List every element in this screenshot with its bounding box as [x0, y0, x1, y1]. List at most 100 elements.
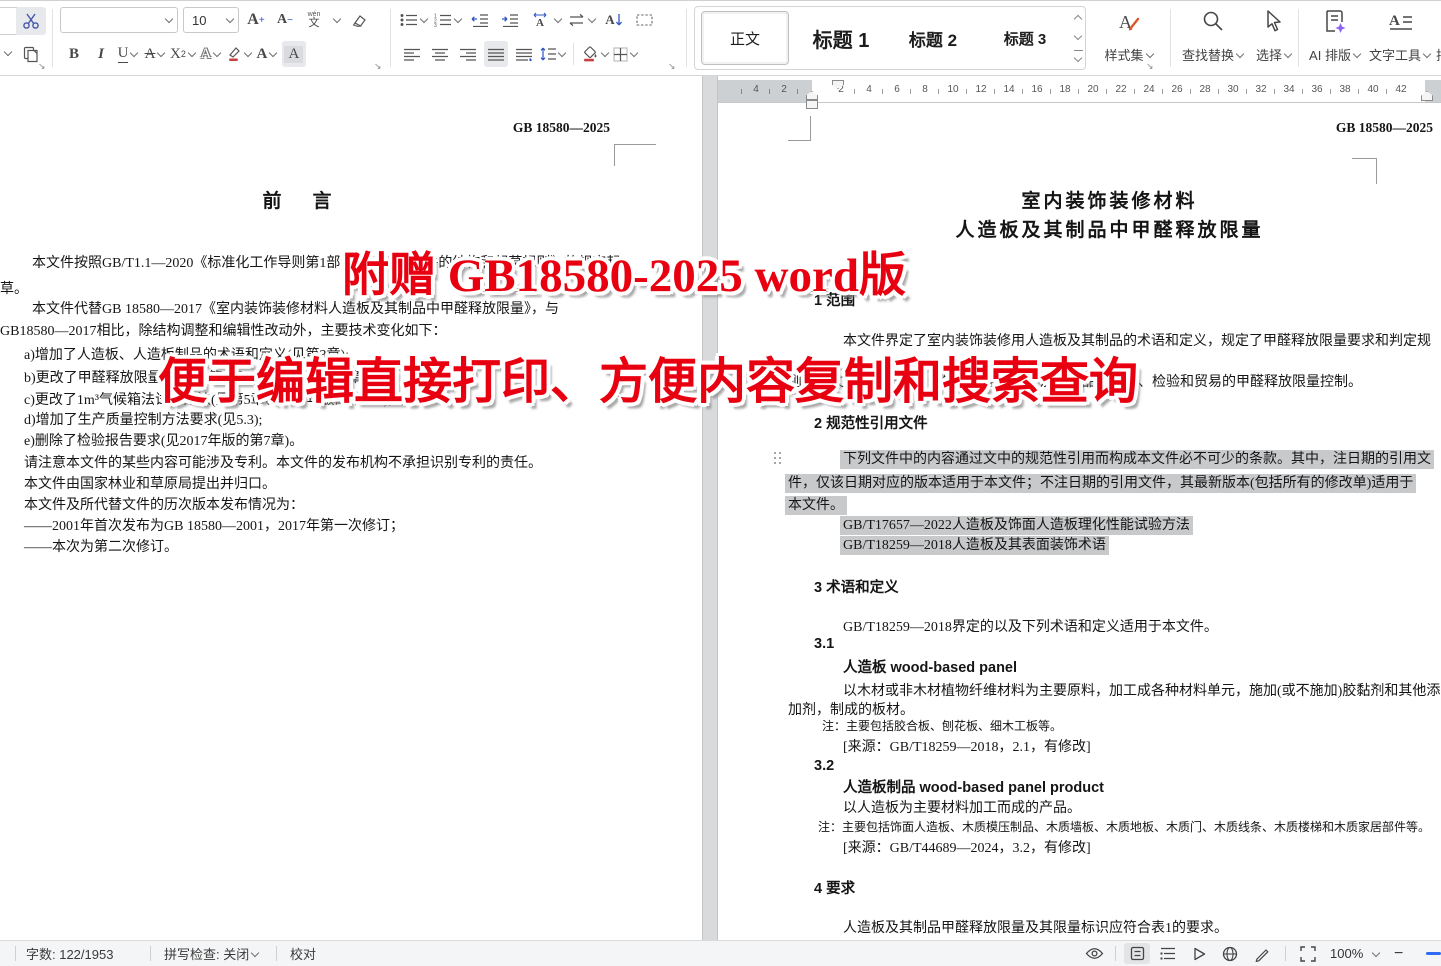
gallery-scroll — [1071, 10, 1085, 66]
align-right-button[interactable] — [456, 41, 480, 67]
ai-layout-icon[interactable] — [1323, 9, 1347, 35]
font-name-combobox[interactable] — [60, 7, 178, 33]
increase-indent-button[interactable] — [498, 7, 522, 33]
paste-dropdown-chevron[interactable] — [4, 49, 12, 57]
font-group-expander[interactable]: ↘ — [374, 61, 382, 72]
divider — [686, 9, 687, 67]
increase-font-button[interactable]: A+ — [244, 7, 268, 33]
svg-text:A: A — [1389, 13, 1400, 29]
paragraph-group-expander[interactable]: ↘ — [668, 61, 676, 72]
divider — [390, 9, 391, 67]
bold-button[interactable]: B — [62, 41, 86, 67]
ink-pen-button[interactable] — [1249, 941, 1275, 966]
select-button[interactable]: 选择 — [1250, 45, 1298, 64]
horizontal-ruler[interactable]: 4 2 2 4 6 8 10 12 14 16 18 20 22 24 26 2… — [718, 80, 1441, 103]
proofread-label: 校对 — [290, 944, 316, 963]
chevron-down-icon — [1372, 950, 1380, 958]
chevron-down-icon — [1353, 51, 1361, 59]
decrease-font-button[interactable]: A− — [273, 7, 297, 33]
line-spacing-icon — [540, 47, 556, 61]
sort-button[interactable]: A — [602, 7, 626, 33]
zoom-level[interactable]: 100% — [1330, 941, 1363, 966]
cut-button[interactable] — [16, 7, 46, 35]
highlighter-icon — [226, 46, 242, 62]
clipped-toolbar-item[interactable]: 排 — [1436, 45, 1441, 64]
selected-text: GB/T17657—2022人造板及饰面人造板理化性能试验方法 — [840, 516, 1193, 535]
page-right[interactable]: GB 18580—2025 室内装饰装修材料 人造板及其制品中甲醛释放限量 1 … — [718, 76, 1441, 940]
style-heading3[interactable]: 标题 3 — [979, 12, 1071, 64]
zoom-dropdown[interactable] — [1370, 941, 1380, 966]
underline-button[interactable]: U — [116, 41, 140, 67]
shading-button[interactable] — [581, 41, 609, 67]
zoom-out-button[interactable]: − — [1394, 941, 1403, 966]
justify-button[interactable] — [484, 41, 508, 67]
phonetic-dropdown-chevron[interactable] — [333, 16, 341, 24]
word-count[interactable]: 字数: 122/1953 — [26, 941, 113, 966]
gallery-scroll-down[interactable] — [1075, 32, 1082, 39]
style-set-icon[interactable]: A — [1116, 9, 1142, 35]
divider — [276, 946, 277, 961]
paragraph-drag-handle[interactable] — [774, 452, 782, 465]
document-area: GB 18580—2025 前 言 本文件按照GB/T1.1—2020《标准化工… — [0, 76, 1441, 940]
plus-sign: + — [259, 15, 265, 26]
clear-format-button[interactable] — [346, 7, 370, 33]
proofread-button[interactable]: 校对 — [290, 941, 316, 966]
style-heading2[interactable]: 标题 2 — [887, 12, 979, 64]
left-indent-marker[interactable] — [806, 100, 818, 109]
line-spacing-button[interactable] — [540, 41, 566, 67]
gallery-scroll-up[interactable] — [1075, 15, 1082, 22]
numbered-list-button[interactable]: 123 — [434, 7, 462, 33]
eye-protect-button[interactable] — [1080, 941, 1108, 966]
web-layout-button[interactable] — [1217, 941, 1243, 966]
margin-mark — [614, 144, 615, 166]
style-heading1[interactable]: 标题 1 — [795, 12, 887, 64]
show-marks-button[interactable] — [632, 7, 656, 33]
body-line: 以木材或非木材植物纤维材料为主要原料，加工成各种材料单元，施加(或不施加)胶黏剂… — [843, 680, 1440, 700]
style-normal[interactable]: 正文 — [701, 11, 789, 65]
distribute-icon — [516, 48, 532, 61]
ai-layout-button[interactable]: AI 排版 — [1300, 45, 1370, 64]
status-bar: 字数: 122/1953 拼写检查: 关闭 校对 — [0, 940, 1441, 966]
letter-a: A — [247, 11, 259, 29]
numbered-list-icon: 123 — [434, 13, 452, 27]
text-effects-button[interactable]: A — [199, 41, 223, 67]
clipboard-group-expander[interactable]: ↘ — [38, 61, 46, 72]
subscript-button[interactable]: X2 — [170, 41, 196, 67]
page-gap — [702, 76, 718, 940]
search-icon[interactable] — [1201, 9, 1225, 33]
text-tool-button[interactable]: 文字工具 — [1362, 45, 1438, 64]
align-center-button[interactable] — [428, 41, 452, 67]
italic-button[interactable]: I — [89, 41, 113, 67]
decrease-indent-button[interactable] — [468, 7, 492, 33]
bullet-list-icon — [400, 13, 418, 27]
strikethrough-button[interactable]: A — [143, 41, 167, 67]
read-mode-button[interactable] — [1186, 941, 1212, 966]
font-color-button[interactable]: A — [255, 41, 279, 67]
convert-swap-button[interactable] — [568, 7, 596, 33]
distribute-button[interactable] — [512, 41, 536, 67]
scale-dropdown-chevron[interactable] — [554, 16, 562, 24]
character-scale-button[interactable]: A — [528, 7, 552, 33]
find-replace-button[interactable]: 查找替换 — [1176, 45, 1250, 64]
spell-check-toggle[interactable]: 拼写检查: 关闭 — [164, 941, 259, 966]
phonetic-guide-button[interactable]: wén 文 — [302, 7, 326, 33]
text-tool-icon[interactable]: A — [1387, 9, 1413, 33]
character-shading-button[interactable]: A — [282, 41, 306, 67]
outline-view-button[interactable] — [1155, 941, 1181, 966]
fit-page-button[interactable] — [1295, 941, 1321, 966]
shaded-a: A — [284, 46, 303, 63]
page-left[interactable]: GB 18580—2025 前 言 本文件按照GB/T1.1—2020《标准化工… — [0, 76, 702, 940]
highlight-button[interactable] — [226, 41, 252, 67]
divider — [15, 946, 16, 961]
bullet-list-button[interactable] — [400, 7, 428, 33]
align-left-button[interactable] — [400, 41, 424, 67]
borders-button[interactable] — [613, 41, 638, 67]
page-view-button[interactable] — [1124, 943, 1150, 964]
scissors-icon — [22, 12, 40, 30]
select-label: 选择 — [1256, 45, 1282, 64]
gallery-more-button[interactable] — [1074, 50, 1083, 61]
zoom-slider[interactable] — [1426, 952, 1441, 955]
styleset-group-expander[interactable]: ↘ — [1146, 61, 1154, 72]
font-size-combobox[interactable]: 10 — [183, 7, 239, 33]
cursor-select-icon[interactable] — [1263, 9, 1285, 33]
